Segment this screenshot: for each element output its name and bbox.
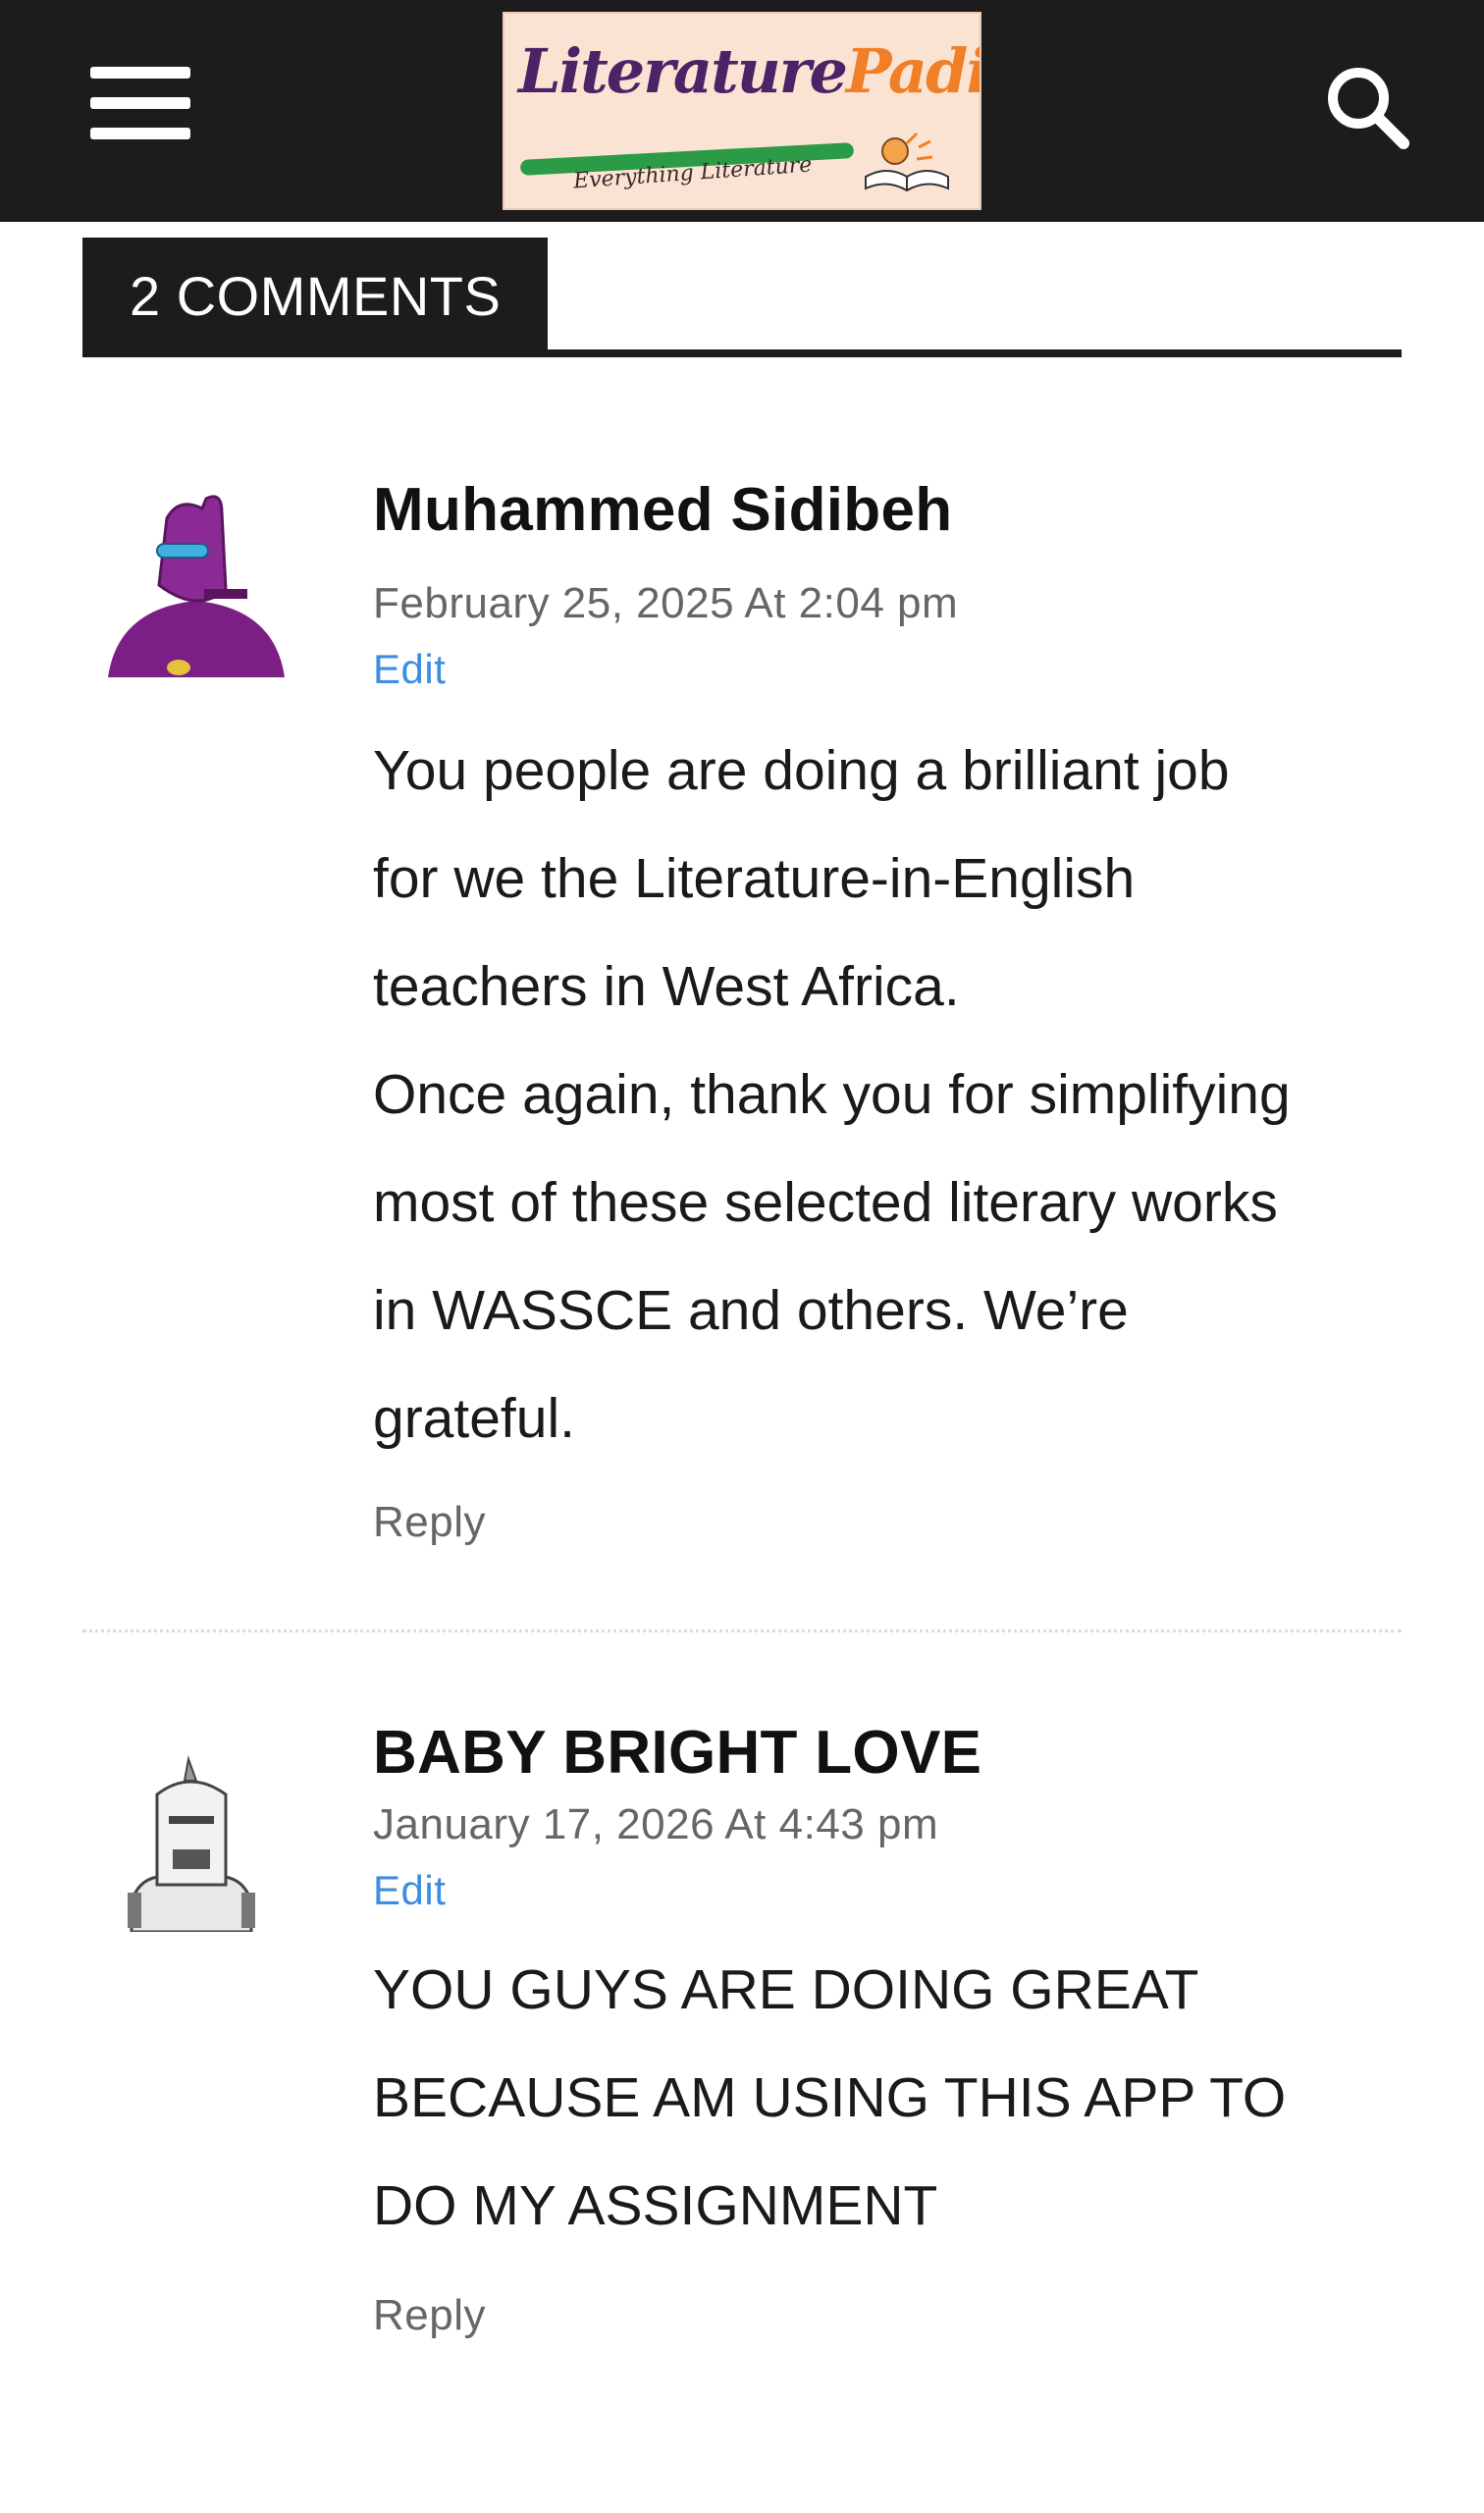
comment-date[interactable]: February 25, 2025 At 2:04 pm xyxy=(373,579,958,628)
comment-author[interactable]: Muhammed Sidibeh xyxy=(373,475,952,545)
comment-author[interactable]: BABY BRIGHT LOVE xyxy=(373,1718,981,1788)
comment-date[interactable]: January 17, 2026 At 4:43 pm xyxy=(373,1800,938,1849)
comment-text-line: in WASSCE and others. We’re xyxy=(373,1279,1129,1342)
heading-rule xyxy=(82,349,1402,357)
comment-reply-link[interactable]: Reply xyxy=(373,2291,486,2340)
comment-text-line: grateful. xyxy=(373,1387,575,1450)
comment-text-line: for we the Literature-in-English xyxy=(373,847,1136,910)
comment-divider xyxy=(82,1630,1402,1632)
comment-text-line: You people are doing a brilliant job xyxy=(373,739,1230,802)
comment-edit-link[interactable]: Edit xyxy=(373,646,446,693)
open-book-icon xyxy=(865,132,949,192)
comment-text-line: BECAUSE AM USING THIS APP TO xyxy=(373,2066,1287,2129)
purple-robot-avatar-icon xyxy=(108,495,285,677)
comment-body: YOU GUYS ARE DOING GREAT BECAUSE AM USIN… xyxy=(373,1936,1462,2260)
white-robot-avatar-icon xyxy=(128,1755,255,1932)
search-icon[interactable] xyxy=(1319,59,1413,153)
top-navigation-bar: LiteraturePadi Everything Literature xyxy=(0,0,1484,222)
logo-wordmark: LiteraturePadi xyxy=(518,35,981,107)
comment-text-line: YOU GUYS ARE DOING GREAT xyxy=(373,1958,1199,2021)
comments-count-heading: 2 COMMENTS xyxy=(82,238,548,355)
comment-text-line: Once again, thank you for simplifying xyxy=(373,1063,1291,1126)
comment-edit-link[interactable]: Edit xyxy=(373,1867,446,1914)
comment-reply-link[interactable]: Reply xyxy=(373,1498,486,1547)
site-logo[interactable]: LiteraturePadi Everything Literature xyxy=(503,12,981,210)
comment-text-line: teachers in West Africa. xyxy=(373,955,960,1018)
comment-text-line: most of these selected literary works xyxy=(373,1171,1278,1234)
hamburger-menu-icon[interactable] xyxy=(90,67,190,139)
comment-text-line: DO MY ASSIGNMENT xyxy=(373,2174,938,2237)
comment-body: You people are doing a brilliant job for… xyxy=(373,717,1462,1472)
